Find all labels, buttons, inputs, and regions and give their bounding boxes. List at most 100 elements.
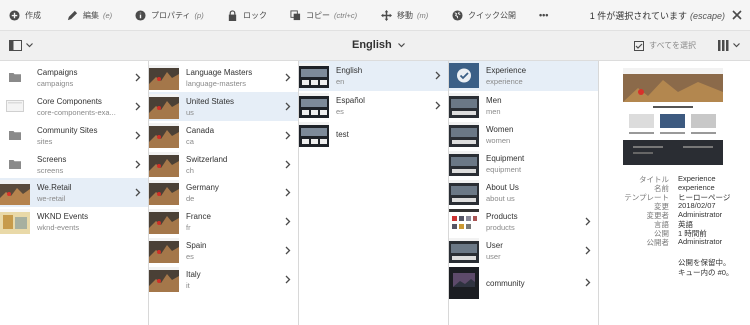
list-item[interactable]: test	[299, 120, 448, 149]
chevron-right-icon	[285, 246, 291, 255]
list-item[interactable]: About Us about us	[449, 178, 598, 207]
page-thumbnail	[149, 152, 179, 177]
lock-button[interactable]: ロック	[227, 0, 267, 31]
list-item[interactable]: Germany de	[149, 178, 298, 207]
item-title: WKND Events	[37, 212, 89, 221]
item-subtitle: equipment	[486, 165, 522, 174]
item-subtitle: we-retail	[37, 194, 66, 203]
list-item[interactable]: English en	[299, 61, 448, 91]
list-item[interactable]: United States us	[149, 92, 298, 121]
list-item[interactable]: community	[449, 265, 598, 301]
item-title: test	[336, 130, 349, 139]
meta-value: Administrator	[678, 237, 723, 246]
list-item[interactable]: Equipment equipment	[449, 149, 598, 178]
item-title: Community Sites	[37, 126, 98, 135]
item-title: Language Masters	[186, 68, 253, 77]
page-title: English	[352, 39, 392, 51]
list-item[interactable]: Community Sites sites	[0, 121, 148, 150]
chevron-right-icon	[285, 275, 291, 284]
checkbox-icon	[634, 40, 644, 51]
title-dropdown[interactable]: English	[352, 39, 405, 51]
list-item[interactable]: WKND Events wknd-events	[0, 207, 148, 236]
list-item[interactable]: Men men	[449, 91, 598, 120]
list-item[interactable]: Campaigns campaigns	[0, 63, 148, 92]
item-subtitle: fr	[186, 223, 191, 232]
lock-label: ロック	[243, 10, 267, 20]
more-button[interactable]: •••	[539, 0, 548, 31]
select-all-button[interactable]: すべてを選択	[634, 40, 696, 51]
list-item[interactable]: Products products	[449, 207, 598, 236]
item-subtitle: core-components-exa...	[37, 108, 116, 117]
selection-shortcut: (escape)	[689, 10, 725, 21]
list-item[interactable]: Core Components core-components-exa...	[0, 92, 148, 121]
list-item[interactable]: Español es	[299, 91, 448, 120]
item-title: Germany	[186, 183, 219, 192]
column-view-icon	[718, 40, 729, 51]
item-title: France	[186, 212, 211, 221]
page-thumbnail	[449, 63, 479, 88]
column-1: Campaigns campaigns Core Components core…	[0, 61, 149, 325]
chevron-right-icon	[285, 160, 291, 169]
list-item[interactable]: Experience experience	[449, 61, 598, 91]
edit-button[interactable]: 編集 (e)	[67, 0, 112, 31]
rail-toggle-button[interactable]	[9, 40, 33, 51]
create-button[interactable]: 作成	[9, 0, 41, 31]
page-thumbnail	[149, 94, 179, 119]
list-item[interactable]: Women women	[449, 120, 598, 149]
column-4: Experience experience Men men Women wome…	[449, 61, 599, 325]
chevron-right-icon	[285, 131, 291, 140]
item-title: Campaigns	[37, 68, 78, 77]
meta-label: 公開者	[646, 238, 670, 247]
edit-label: 編集	[83, 10, 99, 20]
item-subtitle: experience	[486, 77, 523, 86]
quick-publish-button[interactable]: クイック公開	[452, 0, 516, 31]
page-thumbnail	[149, 209, 179, 234]
folder-icon	[9, 73, 21, 82]
view-subbar: English すべてを選択	[0, 31, 750, 61]
page-thumbnail	[0, 180, 30, 205]
item-title: English	[336, 66, 363, 75]
chevron-right-icon	[285, 188, 291, 197]
list-item[interactable]: Language Masters language-masters	[149, 63, 298, 92]
copy-button[interactable]: コピー (ctrl+c)	[290, 0, 357, 31]
list-item[interactable]: Screens screens	[0, 150, 148, 179]
plus-circle-icon	[9, 9, 20, 21]
page-thumbnail	[449, 151, 479, 176]
meta-value: 2018/02/07	[678, 201, 716, 210]
item-title: community	[486, 279, 525, 288]
sidebar-icon	[9, 40, 22, 51]
list-item[interactable]: Spain es	[149, 236, 298, 265]
list-item[interactable]: Canada ca	[149, 121, 298, 150]
properties-button[interactable]: プロパティ (p)	[135, 0, 204, 31]
item-title: We.Retail	[37, 183, 72, 192]
item-title: United States	[186, 97, 235, 106]
item-title: Products	[486, 212, 518, 221]
item-subtitle: sites	[37, 137, 53, 146]
page-thumbnail	[149, 267, 179, 292]
folder-icon	[9, 160, 21, 169]
list-item[interactable]: Italy it	[149, 265, 298, 294]
preview-panel: タイトル Experience 名前 experience テンプレート ヒーロ…	[599, 61, 750, 325]
view-switcher[interactable]	[718, 40, 740, 51]
chevron-right-icon	[135, 131, 141, 140]
move-button[interactable]: 移動 (m)	[381, 0, 428, 31]
item-title: About Us	[486, 183, 519, 192]
list-item[interactable]: France fr	[149, 207, 298, 236]
list-item[interactable]: Switzerland ch	[149, 150, 298, 179]
page-thumbnail	[449, 180, 479, 205]
page-thumbnail	[299, 122, 329, 147]
item-subtitle: user	[486, 252, 501, 261]
list-item[interactable]: We.Retail we-retail	[0, 178, 148, 207]
list-item[interactable]: User user	[449, 236, 598, 265]
item-title: Men	[486, 96, 502, 105]
item-subtitle: es	[336, 107, 344, 116]
chevron-right-icon	[135, 188, 141, 197]
item-title: Screens	[37, 155, 67, 164]
close-icon[interactable]	[731, 9, 743, 21]
properties-shortcut: (p)	[194, 10, 204, 20]
chevron-down-icon	[733, 43, 740, 48]
page-thumbnail	[449, 209, 479, 234]
create-label: 作成	[25, 10, 41, 20]
chevron-down-icon	[397, 42, 405, 47]
item-title: Core Components	[37, 97, 102, 106]
